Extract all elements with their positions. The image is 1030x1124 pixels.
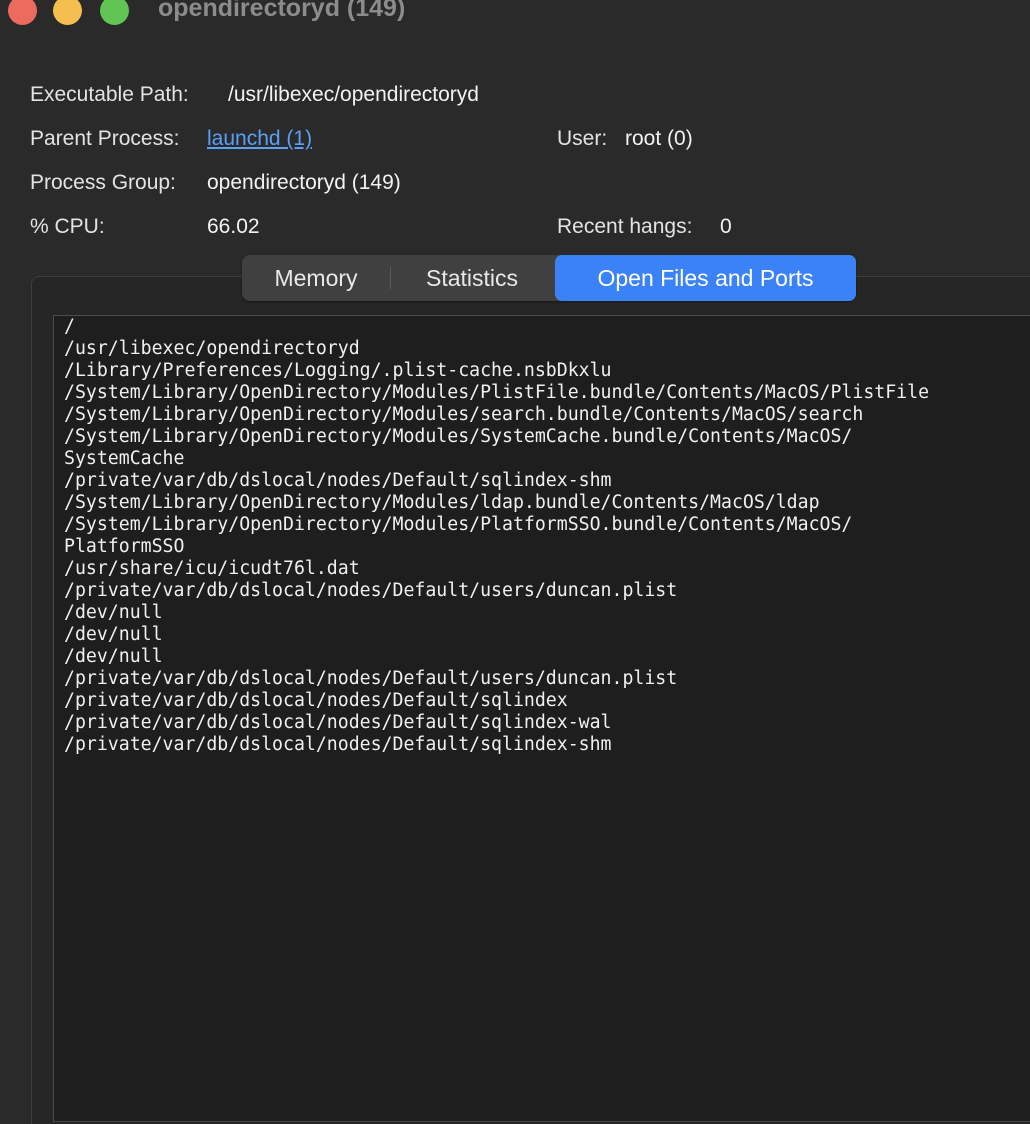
zoom-window-button[interactable] [100, 0, 129, 25]
user-value: root (0) [625, 127, 693, 150]
recent-hangs-value: 0 [720, 215, 732, 238]
executable-path-value: /usr/libexec/opendirectoryd [228, 83, 479, 106]
close-window-button[interactable] [8, 0, 37, 25]
open-file-line: / [64, 316, 75, 337]
process-inspector-window: opendirectoryd (149) Executable Path: /u… [0, 0, 1030, 1124]
open-file-line: /private/var/db/dslocal/nodes/Default/sq… [64, 734, 612, 755]
open-file-line: /Library/Preferences/Logging/.plist-cach… [64, 360, 612, 381]
open-file-line: /System/Library/OpenDirectory/Modules/Pl… [64, 514, 853, 535]
open-file-line: /dev/null [64, 646, 163, 667]
open-file-line: /private/var/db/dslocal/nodes/Default/sq… [64, 690, 568, 711]
open-files-list: //usr/libexec/opendirectoryd/Library/Pre… [54, 316, 1030, 756]
window-title: opendirectoryd (149) [158, 0, 406, 22]
minimize-window-button[interactable] [53, 0, 82, 25]
open-file-line: /usr/libexec/opendirectoryd [64, 338, 360, 359]
open-file-line: /private/var/db/dslocal/nodes/Default/sq… [64, 470, 612, 491]
title-bar: opendirectoryd (149) [0, 0, 1030, 36]
open-file-line: /System/Library/OpenDirectory/Modules/se… [64, 404, 864, 425]
open-file-line: /System/Library/OpenDirectory/Modules/Pl… [64, 382, 930, 403]
process-group-label: Process Group: [30, 171, 176, 194]
user-label: User: [557, 127, 608, 150]
open-file-line: /System/Library/OpenDirectory/Modules/ld… [64, 492, 820, 513]
open-file-line: SystemCache [64, 448, 185, 469]
cpu-value: 66.02 [207, 215, 260, 238]
open-file-line: /dev/null [64, 624, 163, 645]
parent-process-label: Parent Process: [30, 127, 180, 150]
recent-hangs-label: Recent hangs: [557, 215, 693, 238]
open-file-line: /private/var/db/dslocal/nodes/Default/us… [64, 580, 678, 601]
open-file-line: /private/var/db/dslocal/nodes/Default/us… [64, 668, 678, 689]
tab-memory[interactable]: Memory [242, 255, 390, 301]
tab-segmented-control: Memory Statistics Open Files and Ports [242, 255, 856, 301]
open-file-line: /System/Library/OpenDirectory/Modules/Sy… [64, 426, 853, 447]
open-files-text-view[interactable]: //usr/libexec/opendirectoryd/Library/Pre… [53, 315, 1030, 1122]
executable-path-label: Executable Path: [30, 83, 189, 106]
open-file-line: /dev/null [64, 602, 163, 623]
tab-divider [390, 267, 391, 289]
tab-open-files-and-ports[interactable]: Open Files and Ports [555, 255, 856, 301]
cpu-label: % CPU: [30, 215, 105, 238]
process-group-value: opendirectoryd (149) [207, 171, 401, 194]
open-file-line: PlatformSSO [64, 536, 185, 557]
tab-statistics[interactable]: Statistics [392, 255, 552, 301]
parent-process-link[interactable]: launchd (1) [207, 126, 312, 152]
open-file-line: /private/var/db/dslocal/nodes/Default/sq… [64, 712, 612, 733]
open-file-line: /usr/share/icu/icudt76l.dat [64, 558, 360, 579]
